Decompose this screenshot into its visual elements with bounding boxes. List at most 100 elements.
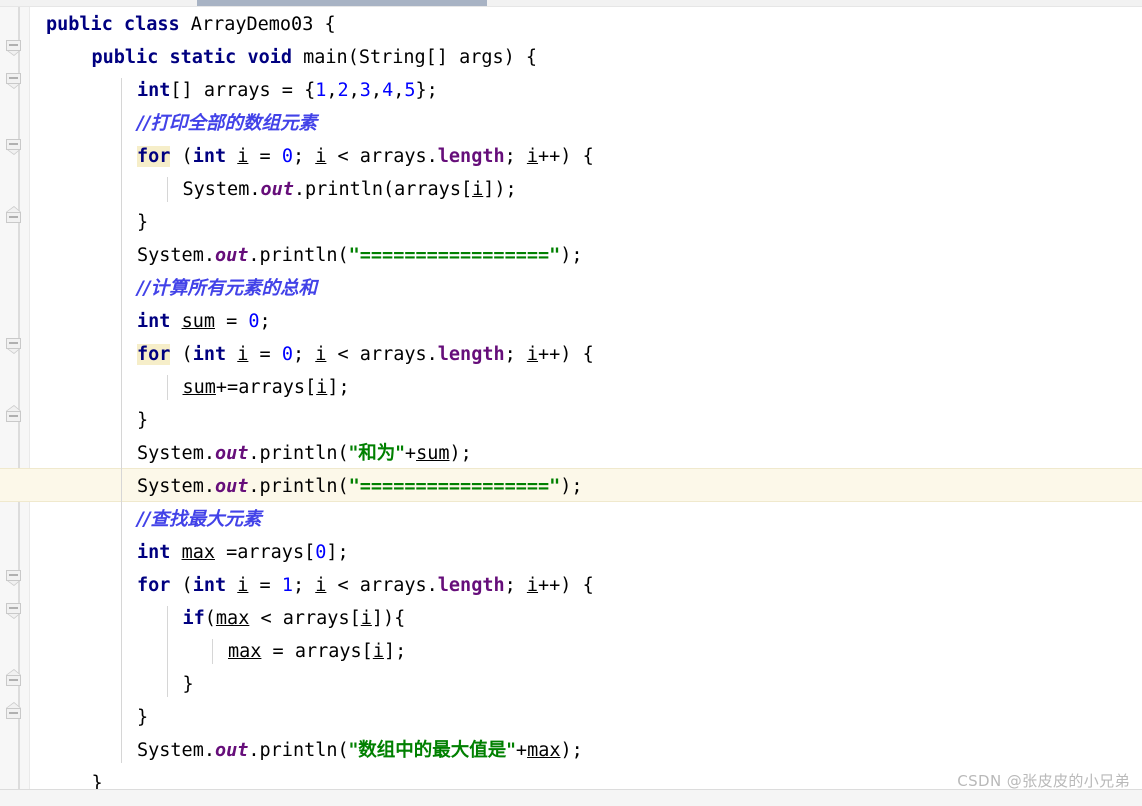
- code-token: i: [315, 575, 327, 596]
- code-token: );: [560, 245, 583, 266]
- fold-end-icon[interactable]: [6, 206, 23, 223]
- code-line[interactable]: }: [137, 701, 148, 734]
- code-token: .println(: [248, 740, 349, 761]
- code-token: ,: [393, 80, 405, 101]
- code-line[interactable]: sum+=arrays[i];: [183, 371, 350, 404]
- code-token: max: [215, 608, 250, 629]
- code-line[interactable]: //打印全部的数组元素: [137, 107, 317, 140]
- code-token: [] arrays = {: [170, 80, 316, 101]
- code-token: .println(arrays[: [293, 179, 473, 200]
- code-token: void: [247, 47, 292, 68]
- code-token: ];: [326, 542, 349, 563]
- code-token: "和为": [348, 443, 405, 464]
- code-token: }: [137, 410, 149, 431]
- code-token: (: [170, 146, 193, 167]
- code-token: 0: [281, 344, 293, 365]
- csdn-watermark: CSDN @张皮皮的小兄弟: [957, 772, 1130, 790]
- fold-collapse-icon[interactable]: [6, 73, 23, 90]
- code-line[interactable]: max = arrays[i];: [228, 635, 406, 668]
- code-line[interactable]: int max =arrays[0];: [137, 536, 349, 569]
- horizontal-scrollbar[interactable]: [0, 0, 1142, 7]
- code-token: //计算所有元素的总和: [137, 278, 318, 299]
- code-line[interactable]: for (int i = 1; i < arrays.length; i++) …: [137, 569, 594, 602]
- code-token: out: [260, 179, 294, 200]
- code-token: i: [237, 344, 249, 365]
- fold-collapse-icon[interactable]: [6, 570, 23, 587]
- bottom-band: [0, 790, 1142, 806]
- code-token: }: [137, 707, 149, 728]
- fold-collapse-icon[interactable]: [6, 338, 23, 355]
- code-token: ;: [259, 311, 271, 332]
- code-token: out: [214, 740, 249, 761]
- code-token: System.: [137, 476, 215, 497]
- code-line[interactable]: }: [137, 404, 148, 437]
- code-line[interactable]: for (int i = 0; i < arrays.length; i++) …: [137, 338, 594, 371]
- code-line[interactable]: System.out.println("=================");: [137, 470, 583, 503]
- code-token: for: [137, 344, 171, 365]
- code-token: i: [526, 344, 539, 365]
- code-token: out: [214, 443, 249, 464]
- code-token: i: [237, 146, 249, 167]
- fold-end-icon[interactable]: [6, 669, 23, 686]
- code-token: ++) {: [538, 344, 594, 365]
- code-line[interactable]: int[] arrays = {1,2,3,4,5};: [137, 74, 438, 107]
- code-line[interactable]: for (int i = 0; i < arrays.length; i++) …: [137, 140, 594, 173]
- fold-end-icon[interactable]: [6, 405, 23, 422]
- code-line[interactable]: //计算所有元素的总和: [137, 272, 317, 305]
- code-token: 4: [382, 80, 394, 101]
- code-token: ++) {: [538, 575, 594, 596]
- code-token: < arrays.: [326, 344, 438, 365]
- code-editor-window: public class ArrayDemo03 {public static …: [0, 0, 1142, 806]
- code-content[interactable]: public class ArrayDemo03 {public static …: [0, 7, 1142, 794]
- code-line[interactable]: System.out.println("和为"+sum);: [137, 437, 472, 470]
- code-line[interactable]: public static void main(String[] args) {: [92, 41, 538, 74]
- code-token: ArrayDemo03 {: [179, 14, 336, 35]
- code-token: ];: [383, 641, 407, 662]
- code-token: static: [169, 47, 237, 68]
- code-token: int: [192, 575, 227, 596]
- code-token: 0: [248, 311, 260, 332]
- code-line[interactable]: System.out.println(arrays[i]);: [183, 173, 517, 206]
- code-token: sum: [181, 311, 215, 332]
- code-token: main(String[] args) {: [292, 47, 538, 68]
- code-line[interactable]: public class ArrayDemo03 {: [46, 8, 336, 41]
- code-token: +=arrays[: [215, 377, 317, 398]
- indent-guide: [166, 375, 168, 400]
- code-token: System.: [137, 740, 215, 761]
- code-token: 1: [281, 575, 293, 596]
- fold-collapse-icon[interactable]: [6, 139, 23, 156]
- code-token: 0: [281, 146, 293, 167]
- code-token: for: [137, 575, 171, 596]
- code-line[interactable]: }: [183, 668, 194, 701]
- code-line[interactable]: //查找最大元素: [137, 503, 262, 536]
- code-line[interactable]: int sum = 0;: [137, 305, 271, 338]
- fold-collapse-icon[interactable]: [6, 603, 23, 620]
- code-token: .println(: [248, 443, 349, 464]
- code-token: < arrays.: [326, 575, 438, 596]
- code-token: int: [192, 146, 227, 167]
- fold-collapse-icon[interactable]: [6, 40, 23, 57]
- code-line[interactable]: if(max < arrays[i]){: [183, 602, 406, 635]
- code-token: 1: [315, 80, 327, 101]
- code-token: max: [527, 740, 561, 761]
- code-token: public: [91, 47, 159, 68]
- code-token: (: [204, 608, 216, 629]
- code-line[interactable]: System.out.println("数组中的最大值是"+max);: [137, 734, 583, 767]
- code-token: ]);: [483, 179, 517, 200]
- code-token: };: [415, 80, 438, 101]
- code-token: );: [560, 740, 583, 761]
- code-token: length: [437, 344, 505, 365]
- code-token: length: [437, 575, 505, 596]
- code-line[interactable]: }: [137, 206, 148, 239]
- code-token: ;: [292, 344, 316, 365]
- code-token: //打印全部的数组元素: [137, 113, 318, 134]
- fold-end-icon[interactable]: [6, 702, 23, 719]
- code-token: }: [182, 674, 194, 695]
- code-line[interactable]: System.out.println("=================");: [137, 239, 583, 272]
- indent-guide: [212, 639, 213, 664]
- code-token: 5: [404, 80, 416, 101]
- code-token: System.: [137, 443, 215, 464]
